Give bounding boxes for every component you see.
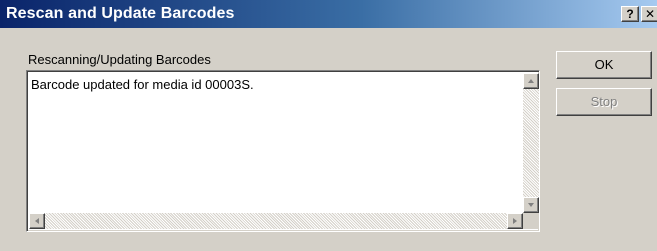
arrow-right-icon xyxy=(513,218,517,224)
help-button[interactable]: ? xyxy=(621,6,639,22)
arrow-up-icon xyxy=(528,79,534,83)
status-log[interactable]: Barcode updated for media id 00003S. xyxy=(26,70,540,232)
close-button[interactable]: ✕ xyxy=(641,6,657,22)
ok-button[interactable]: OK xyxy=(556,51,652,79)
stop-button[interactable]: Stop xyxy=(556,88,652,116)
title-bar[interactable]: Rescan and Update Barcodes ? ✕ xyxy=(0,0,657,28)
scroll-down-button[interactable] xyxy=(523,197,539,213)
vertical-scrollbar[interactable] xyxy=(523,73,539,213)
scroll-left-button[interactable] xyxy=(29,213,45,229)
arrow-left-icon xyxy=(35,218,39,224)
close-icon: ✕ xyxy=(644,7,656,21)
horizontal-scrollbar[interactable] xyxy=(29,213,523,229)
group-label: Rescanning/Updating Barcodes xyxy=(28,52,211,67)
log-line: Barcode updated for media id 00003S. xyxy=(31,77,254,92)
scrollbar-corner xyxy=(523,213,539,229)
window-title: Rescan and Update Barcodes xyxy=(6,5,235,22)
rescan-dialog: Rescan and Update Barcodes ? ✕ Rescannin… xyxy=(0,0,657,251)
arrow-down-icon xyxy=(528,203,534,207)
scroll-up-button[interactable] xyxy=(523,73,539,89)
scroll-right-button[interactable] xyxy=(507,213,523,229)
